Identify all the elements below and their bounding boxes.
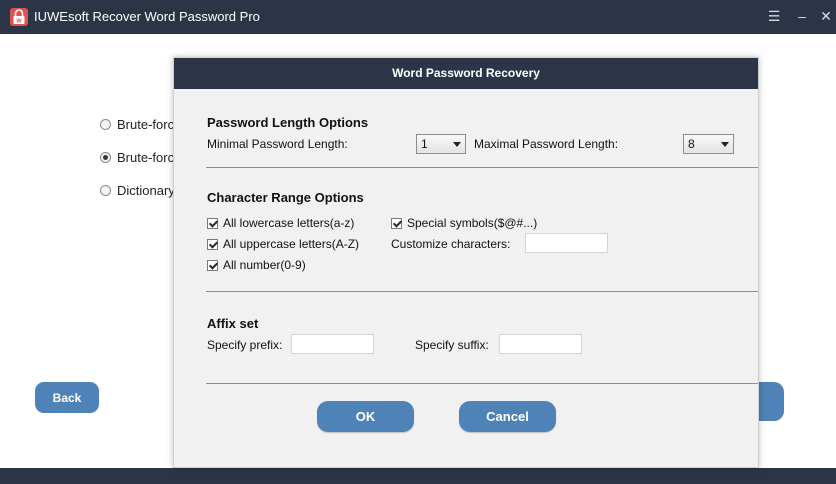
dropdown-arrow-icon [721,142,729,147]
number-option[interactable]: All number(0-9) [207,258,306,272]
footer-bar [0,468,836,484]
uppercase-checkbox[interactable] [207,238,218,250]
attack-option-label: Dictionary [117,183,175,198]
length-section-title: Password Length Options [207,115,369,130]
cancel-button[interactable]: Cancel [459,401,556,432]
radio-button[interactable] [100,119,111,130]
special-option[interactable]: Special symbols($@#...) [391,216,537,230]
lowercase-label: All lowercase letters(a-z) [223,216,355,230]
dialog-title: Word Password Recovery [174,58,758,89]
attack-option-label: Brute-force [117,150,182,165]
back-button[interactable]: Back [35,382,99,413]
dropdown-arrow-icon [453,142,461,147]
password-recovery-dialog: Word Password Recovery Password Length O… [173,57,759,468]
charset-section-title: Character Range Options [207,190,364,205]
section-divider [206,291,758,292]
min-length-select[interactable]: 1 [416,134,466,154]
attack-option-2[interactable]: Brute-force [100,150,181,165]
attack-option-3[interactable]: Dictionary [100,183,175,198]
number-label: All number(0-9) [223,258,306,272]
min-length-label: Minimal Password Length: [207,137,348,151]
app-title: IUWEsoft Recover Word Password Pro [34,9,260,24]
title-bar: W IUWEsoft Recover Word Password Pro ☰ –… [0,0,836,34]
prefix-input[interactable] [291,334,374,354]
radio-button-selected[interactable] [100,152,111,163]
special-label: Special symbols($@#...) [407,216,538,230]
customize-characters-input[interactable] [525,233,608,253]
max-length-label: Maximal Password Length: [474,137,619,151]
prefix-label: Specify prefix: [207,338,283,352]
close-icon[interactable]: ✕ [816,6,836,26]
lowercase-checkbox[interactable] [207,217,218,229]
section-divider [206,383,758,384]
suffix-label: Specify suffix: [415,338,489,352]
uppercase-option[interactable]: All uppercase letters(A-Z) [207,237,359,251]
affix-section-title: Affix set [207,316,259,331]
ok-button[interactable]: OK [317,401,414,432]
attack-option-1[interactable]: Brute-force [100,117,181,132]
min-length-value: 1 [421,137,428,151]
attack-option-label: Brute-force [117,117,182,132]
menu-icon[interactable]: ☰ [764,6,784,26]
max-length-value: 8 [688,137,695,151]
lowercase-option[interactable]: All lowercase letters(a-z) [207,216,354,230]
lock-app-icon: W [10,8,28,26]
suffix-input[interactable] [499,334,582,354]
radio-button[interactable] [100,185,111,196]
customize-label: Customize characters: [391,237,511,251]
minimize-icon[interactable]: – [792,6,812,26]
number-checkbox[interactable] [207,259,218,271]
uppercase-label: All uppercase letters(A-Z) [223,237,360,251]
svg-text:W: W [16,19,22,25]
section-divider [206,167,758,168]
special-checkbox[interactable] [391,217,402,229]
max-length-select[interactable]: 8 [683,134,734,154]
